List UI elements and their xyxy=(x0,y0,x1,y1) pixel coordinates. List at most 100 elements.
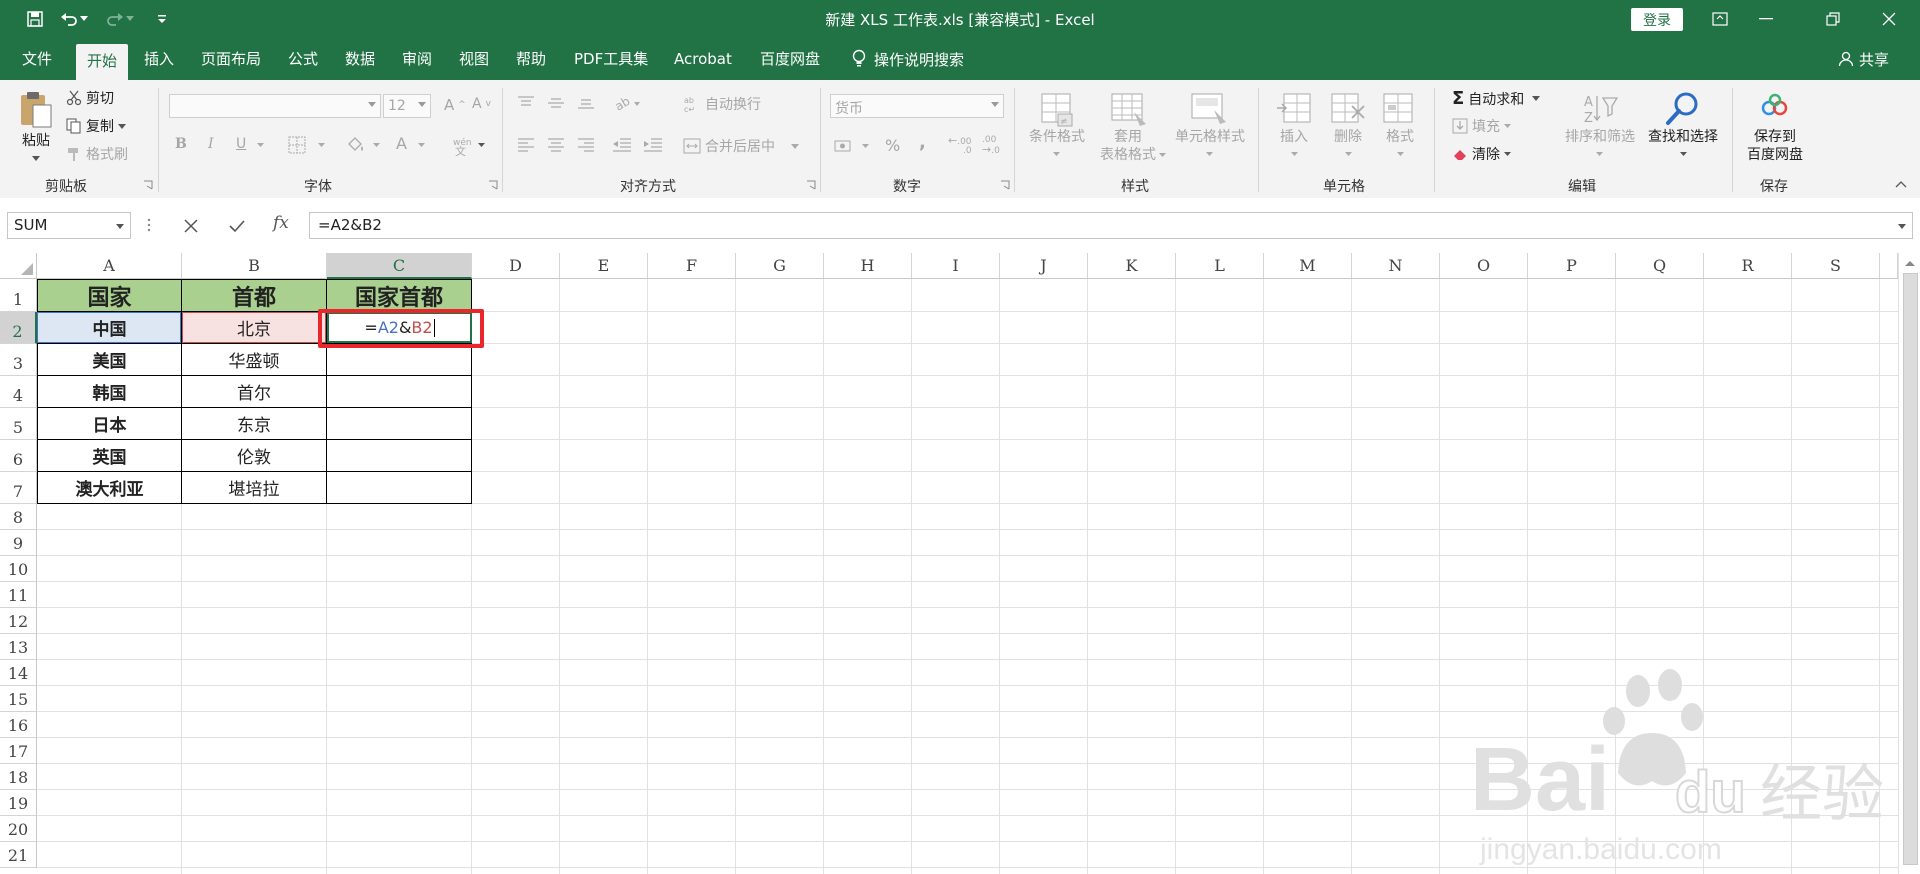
table-cell-country[interactable]: 英国 xyxy=(37,439,182,472)
find-select-label[interactable]: 查找和选择 xyxy=(1641,128,1725,146)
column-header[interactable]: I xyxy=(912,253,1000,279)
column-header[interactable] xyxy=(1880,253,1898,279)
tab-view[interactable]: 视图 xyxy=(448,38,500,80)
sort-filter-label[interactable]: 排序和筛选 xyxy=(1560,128,1640,146)
delete-dropdown-icon[interactable] xyxy=(1345,152,1352,156)
row-header[interactable]: 16 xyxy=(0,712,37,738)
sort-filter-dropdown-icon[interactable] xyxy=(1596,152,1603,156)
accounting-format-icon[interactable] xyxy=(834,138,856,154)
name-box[interactable]: SUM xyxy=(7,212,131,239)
format-as-table-label-2[interactable]: 表格格式 xyxy=(1090,146,1166,164)
column-header[interactable]: L xyxy=(1176,253,1264,279)
row-header[interactable]: 7 xyxy=(0,472,37,504)
row-header[interactable]: 3 xyxy=(0,344,37,376)
column-header[interactable]: B xyxy=(182,253,327,279)
row-header[interactable]: 19 xyxy=(0,790,37,816)
column-header[interactable]: H xyxy=(824,253,912,279)
font-launcher-icon[interactable] xyxy=(488,180,498,190)
cell-styles-dropdown-icon[interactable] xyxy=(1206,152,1213,156)
table-header-cell[interactable]: 国家首都 xyxy=(326,279,472,312)
accounting-dropdown-icon[interactable] xyxy=(862,144,869,148)
format-painter-button[interactable]: 格式刷 xyxy=(66,144,128,164)
align-center-icon[interactable] xyxy=(547,138,565,152)
insert-function-button[interactable]: fx xyxy=(273,213,289,233)
minimize-icon[interactable] xyxy=(1743,0,1789,38)
paste-dropdown-icon[interactable] xyxy=(32,156,40,161)
collapse-ribbon-icon[interactable] xyxy=(1895,180,1907,188)
row-header[interactable]: 1 xyxy=(0,279,37,312)
tab-formulas[interactable]: 公式 xyxy=(277,38,329,80)
cell-styles-icon[interactable] xyxy=(1190,92,1228,128)
magnifier-icon[interactable] xyxy=(1665,90,1701,126)
phonetic-dropdown-icon[interactable] xyxy=(478,143,485,147)
conditional-formatting-icon[interactable]: ≠ xyxy=(1040,92,1076,128)
row-header[interactable]: 18 xyxy=(0,764,37,790)
align-middle-icon[interactable] xyxy=(547,96,565,110)
fill-button[interactable]: 填充 xyxy=(1452,116,1511,136)
decrease-indent-icon[interactable] xyxy=(612,138,632,152)
tab-review[interactable]: 审阅 xyxy=(391,38,443,80)
underline-dropdown-icon[interactable] xyxy=(257,143,264,147)
restore-icon[interactable] xyxy=(1810,0,1856,38)
column-header[interactable]: A xyxy=(37,253,182,279)
share-button[interactable]: 共享 xyxy=(1838,38,1889,80)
column-header[interactable]: O xyxy=(1440,253,1528,279)
tab-pdf-tools[interactable]: PDF工具集 xyxy=(563,38,659,80)
row-header[interactable]: 17 xyxy=(0,738,37,764)
column-header[interactable]: R xyxy=(1704,253,1792,279)
tab-home[interactable]: 开始 xyxy=(76,44,129,80)
table-cell-country[interactable]: 美国 xyxy=(37,343,182,376)
baidu-cloud-icon[interactable] xyxy=(1760,92,1790,120)
conditional-dropdown-icon[interactable] xyxy=(1053,152,1060,156)
ribbon-display-icon[interactable] xyxy=(1697,0,1743,38)
table-cell-capital[interactable]: 伦敦 xyxy=(181,439,327,472)
comma-style-button[interactable]: , xyxy=(919,132,926,153)
table-cell-capital[interactable]: 首尔 xyxy=(181,375,327,408)
column-header[interactable]: M xyxy=(1264,253,1352,279)
number-format-combo[interactable]: 货币 xyxy=(830,94,1004,118)
table-header-cell[interactable]: 首都 xyxy=(181,279,327,312)
insert-cells-label[interactable]: 插入 xyxy=(1276,128,1312,146)
clear-button[interactable]: 清除 xyxy=(1452,144,1511,164)
column-header-selected[interactable]: C xyxy=(327,253,472,279)
find-select-dropdown-icon[interactable] xyxy=(1680,152,1687,156)
tab-acrobat[interactable]: Acrobat xyxy=(663,38,743,80)
table-cell-result[interactable] xyxy=(326,375,472,408)
table-cell-result[interactable] xyxy=(326,471,472,504)
row-header[interactable]: 5 xyxy=(0,408,37,440)
font-color-button[interactable]: A xyxy=(396,134,407,153)
select-all-corner[interactable] xyxy=(0,253,37,279)
row-header[interactable]: 14 xyxy=(0,660,37,686)
format-cells-label[interactable]: 格式 xyxy=(1382,128,1418,146)
row-header[interactable]: 10 xyxy=(0,556,37,582)
align-bottom-icon[interactable] xyxy=(577,96,595,110)
format-as-table-icon[interactable] xyxy=(1110,92,1148,128)
column-header[interactable]: N xyxy=(1352,253,1440,279)
delete-cells-label[interactable]: 删除 xyxy=(1330,128,1366,146)
row-header[interactable]: 11 xyxy=(0,582,37,608)
fill-color-dropdown-icon[interactable] xyxy=(373,143,380,147)
align-left-icon[interactable] xyxy=(517,138,535,152)
confirm-entry-icon[interactable] xyxy=(228,218,246,234)
clipboard-launcher-icon[interactable] xyxy=(143,180,153,190)
column-header[interactable]: F xyxy=(648,253,736,279)
table-cell-country[interactable]: 日本 xyxy=(37,407,182,440)
cell-styles-label[interactable]: 单元格样式 xyxy=(1170,128,1250,146)
format-as-table-label-1[interactable]: 套用 xyxy=(1108,128,1148,146)
row-header-selected[interactable]: 2 xyxy=(0,312,37,344)
format-as-table-dropdown-icon[interactable] xyxy=(1159,153,1166,157)
table-cell-result[interactable] xyxy=(326,407,472,440)
tell-me-search[interactable]: 操作说明搜索 xyxy=(852,38,964,80)
align-top-icon[interactable] xyxy=(517,96,535,110)
row-header[interactable]: 13 xyxy=(0,634,37,660)
tab-data[interactable]: 数据 xyxy=(334,38,386,80)
format-cells-icon[interactable] xyxy=(1382,92,1418,126)
orientation-icon[interactable]: ab xyxy=(614,94,642,112)
insert-dropdown-icon[interactable] xyxy=(1291,152,1298,156)
font-color-dropdown-icon[interactable] xyxy=(418,143,425,147)
font-size-combo[interactable]: 12 xyxy=(383,94,431,118)
shrink-font-button[interactable]: Av xyxy=(472,96,491,112)
percent-style-button[interactable]: % xyxy=(885,136,900,155)
tab-insert[interactable]: 插入 xyxy=(133,38,185,80)
number-launcher-icon[interactable] xyxy=(1000,180,1010,190)
